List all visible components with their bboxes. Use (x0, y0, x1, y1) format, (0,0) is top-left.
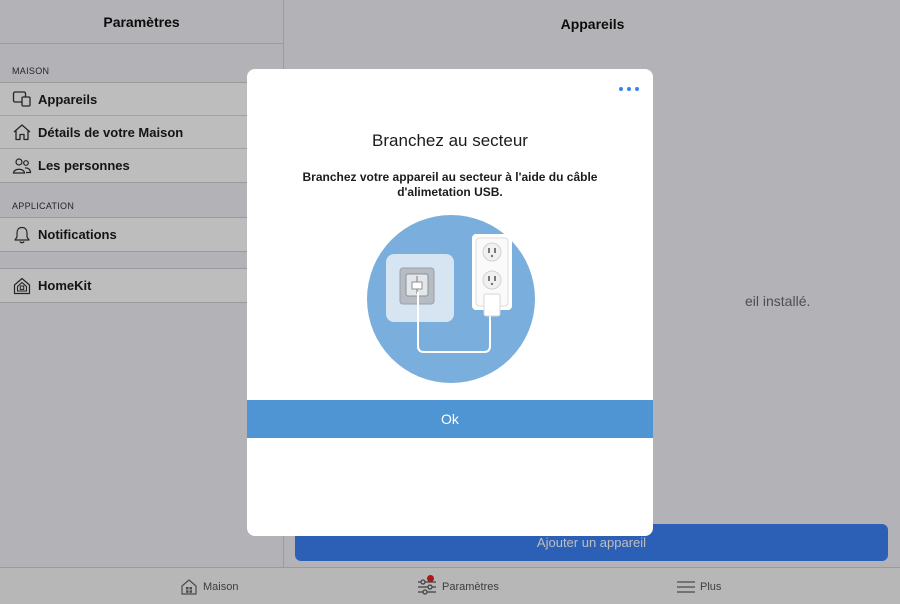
plug-in-modal: Branchez au secteur Branchez votre appar… (247, 69, 653, 536)
modal-description: Branchez votre appareil au secteur à l'a… (302, 170, 598, 199)
plug-illustration (366, 214, 536, 384)
ellipsis-icon[interactable] (619, 83, 639, 95)
modal-title: Branchez au secteur (372, 131, 528, 150)
ok-button[interactable]: Ok (247, 400, 653, 438)
